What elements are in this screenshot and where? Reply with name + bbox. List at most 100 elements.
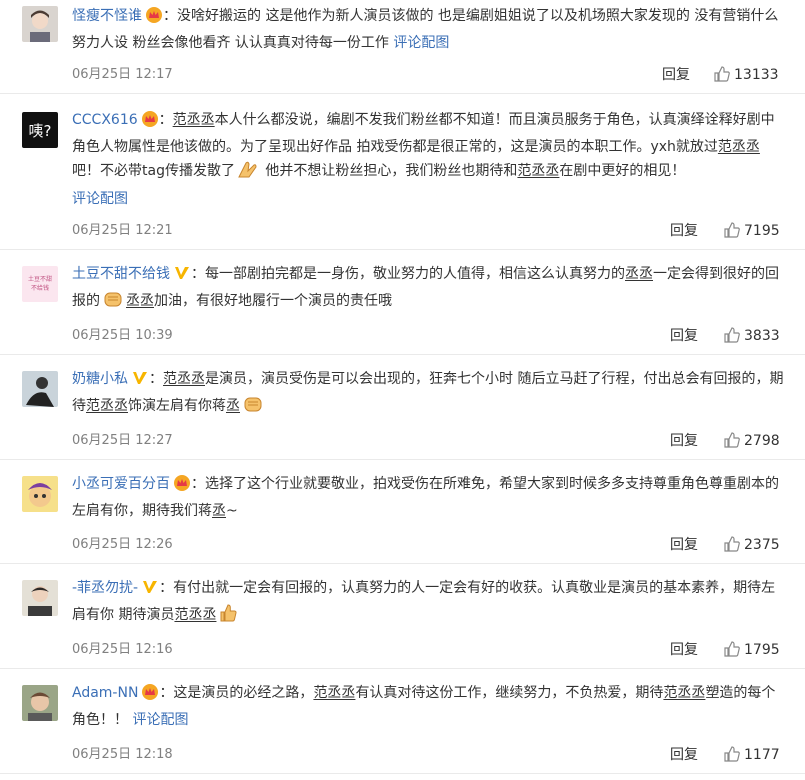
svg-text:咦?: 咦? (29, 122, 52, 140)
username[interactable]: 小丞可爱百分百 (72, 476, 170, 492)
thumbs-up-icon (724, 641, 740, 657)
comment-text: 土豆不甜不给钱 ：每一部剧拍完都是一身伤，敬业努力的人值得，相信这么认真努力的丞丞… (72, 262, 787, 317)
comment-meta: 06月25日 10:39 回复 3833 (72, 326, 787, 346)
hashtag-link[interactable]: 范丞丞 (163, 371, 205, 387)
crown-icon[interactable] (141, 111, 159, 135)
thumbs-up-icon (714, 66, 730, 82)
like-button[interactable]: 1177 (724, 745, 780, 765)
like-count: 3833 (744, 328, 780, 344)
comment-content: ： (158, 112, 173, 128)
comment-meta: 06月25日 12:21 回复 7195 (72, 221, 787, 241)
thumbs-up-icon (724, 327, 740, 343)
reply-button[interactable]: 回复 (670, 640, 698, 660)
like-button[interactable]: 3833 (724, 326, 780, 346)
comment-pic-link[interactable]: 评论配图 (393, 35, 449, 51)
comment-content: 加油，有很好地履行一个演员的责任哦 (154, 293, 392, 309)
avatar[interactable] (22, 476, 58, 512)
timestamp: 06月25日 10:39 (72, 328, 173, 343)
like-count: 2375 (744, 537, 780, 553)
comment-pic-link[interactable]: 评论配图 (72, 191, 128, 207)
comment-item: -菲丞勿扰- ：有付出就一定会有回报的，认真努力的人一定会有好的收获。认真敬业是演… (0, 564, 805, 669)
hashtag-link[interactable]: 范丞丞 (173, 112, 215, 128)
comment-item: 怪瘦不怪谁 ：没啥好搬运的 这是他作为新人演员该做的 也是编剧姐姐说了以及机场照大… (0, 0, 805, 94)
username[interactable]: 怪瘦不怪谁 (72, 8, 142, 24)
like-button[interactable]: 7195 (724, 221, 780, 241)
comment-text: CCCX616 ：范丞丞本人什么都没说，编剧不发我们粉丝都不知道！而且演员服务于角… (72, 108, 787, 211)
avatar[interactable] (22, 371, 58, 407)
hashtag-link[interactable]: 范丞丞 (86, 398, 128, 414)
hashtag-link[interactable]: 丞丞 (625, 266, 653, 282)
like-count: 7195 (744, 223, 780, 239)
comment-content: 在剧中更好的相见！ (559, 163, 686, 179)
username[interactable]: 土豆不甜不给钱 (72, 266, 170, 282)
like-count: 1177 (744, 747, 780, 763)
thumbs-up-icon (724, 746, 740, 762)
thumbs-up-icon (724, 432, 740, 448)
comment-text: 怪瘦不怪谁 ：没啥好搬运的 这是他作为新人演员该做的 也是编剧姐姐说了以及机场照大… (72, 4, 787, 55)
comment-content: ：每一部剧拍完都是一身伤，敬业努力的人值得，相信这么认真努力的 (191, 266, 625, 282)
reply-button[interactable]: 回复 (662, 65, 690, 85)
comment-meta: 06月25日 12:26 回复 2375 (72, 535, 787, 555)
comment-text: 小丞可爱百分百 ：选择了这个行业就要敬业，拍戏受伤在所难免，希望大家到时候多多支持… (72, 472, 787, 523)
hashtag-link[interactable]: 范丞丞 (517, 163, 559, 179)
timestamp: 06月25日 12:18 (72, 747, 173, 762)
comment-content: 他并不想让粉丝担心，我们粉丝也期待和 (260, 163, 518, 179)
avatar[interactable] (22, 580, 58, 616)
like-button[interactable]: 2375 (724, 535, 780, 555)
svg-text:土豆不甜: 土豆不甜 (28, 275, 52, 283)
timestamp: 06月25日 12:17 (72, 67, 173, 82)
crown-icon[interactable] (141, 684, 159, 708)
like-button[interactable]: 2798 (724, 431, 780, 451)
hashtag-link[interactable]: 范丞丞 (718, 139, 760, 155)
hashtag-link[interactable]: 范丞丞 (174, 607, 216, 623)
comment-content: ~ (226, 503, 238, 519)
reply-button[interactable]: 回复 (670, 745, 698, 765)
comment-content: 饰演左肩有你蒋 (128, 398, 226, 414)
reply-button[interactable]: 回复 (670, 326, 698, 346)
comment-item: 小丞可爱百分百 ：选择了这个行业就要敬业，拍戏受伤在所难免，希望大家到时候多多支持… (0, 460, 805, 564)
avatar[interactable] (22, 685, 58, 721)
hashtag-link[interactable]: 丞 (212, 503, 226, 519)
reply-button[interactable]: 回复 (670, 535, 698, 555)
hashtag-link[interactable]: 范丞丞 (313, 685, 355, 701)
svg-text:不给钱: 不给钱 (31, 284, 49, 292)
comment-content: 有认真对待这份工作，继续努力，不负热爱，期待 (355, 685, 664, 701)
reply-button[interactable]: 回复 (670, 221, 698, 241)
fist-emoji-icon (102, 289, 124, 317)
comment-content: 吧！不必带tag传播发散了 (72, 163, 235, 179)
vip-v-icon[interactable] (141, 579, 159, 603)
avatar[interactable] (22, 6, 58, 42)
hashtag-link[interactable]: 范丞丞 (663, 685, 705, 701)
vip-v-icon[interactable] (173, 265, 191, 289)
comment-list: 怪瘦不怪谁 ：没啥好搬运的 这是他作为新人演员该做的 也是编剧姐姐说了以及机场照大… (0, 0, 805, 774)
comment-text: Adam-NN ：这是演员的必经之路，范丞丞有认真对待这份工作，继续努力，不负热爱… (72, 681, 787, 732)
timestamp: 06月25日 12:27 (72, 433, 173, 448)
like-button[interactable]: 1795 (724, 640, 780, 660)
comment-item: 咦? CCCX616 ：范丞丞本人什么都没说，编剧不发我们粉丝都不知道！而且演员服… (0, 94, 805, 250)
username[interactable]: 奶糖小私 (72, 371, 128, 387)
avatar[interactable]: 土豆不甜 不给钱 (22, 266, 58, 302)
hashtag-link[interactable]: 丞 (226, 398, 240, 414)
crown-icon[interactable] (173, 475, 191, 499)
comment-pic-link[interactable]: 评论配图 (132, 712, 188, 728)
comment-meta: 06月25日 12:27 回复 2798 (72, 431, 787, 451)
hashtag-link[interactable]: 丞丞 (126, 293, 154, 309)
crown-icon[interactable] (145, 7, 163, 31)
vip-v-icon[interactable] (131, 370, 149, 394)
thumbs-up-emoji-icon (218, 603, 238, 631)
comment-meta: 06月25日 12:17 回复 13133 (72, 65, 787, 85)
comment-meta: 06月25日 12:16 回复 1795 (72, 640, 787, 660)
praying-hands-emoji-icon (237, 159, 259, 187)
like-button[interactable]: 13133 (714, 65, 779, 85)
thumbs-up-icon (724, 222, 740, 238)
like-count: 2798 (744, 433, 780, 449)
username[interactable]: Adam-NN (72, 685, 138, 701)
username[interactable]: -菲丞勿扰- (72, 580, 138, 596)
reply-button[interactable]: 回复 (670, 431, 698, 451)
timestamp: 06月25日 12:21 (72, 223, 173, 238)
username[interactable]: CCCX616 (72, 112, 138, 128)
comment-content: ： (149, 371, 163, 387)
comment-content: ：这是演员的必经之路， (159, 685, 314, 701)
avatar[interactable]: 咦? (22, 112, 58, 148)
comment-meta: 06月25日 12:18 回复 1177 (72, 745, 787, 765)
